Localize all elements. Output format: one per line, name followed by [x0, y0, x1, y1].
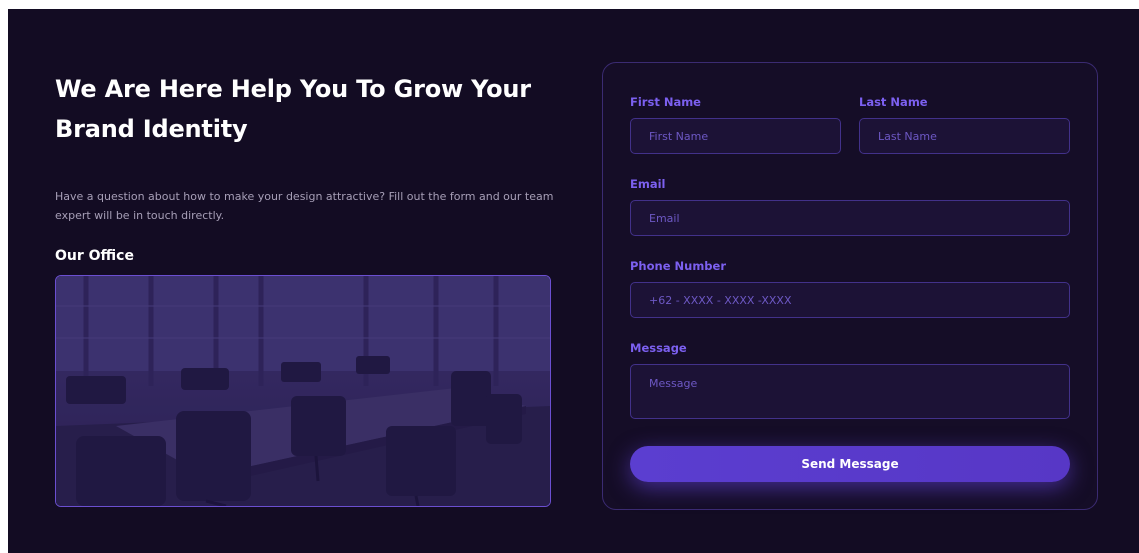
first-name-input[interactable]: First Name [630, 118, 841, 154]
email-label: Email [630, 177, 666, 191]
page-title: We Are Here Help You To Grow Your Brand … [55, 75, 531, 143]
contact-form: First Name First Name Last Name Last Nam… [602, 62, 1098, 510]
first-name-label: First Name [630, 95, 701, 109]
intro-column: We Are Here Help You To Grow Your Brand … [55, 69, 555, 264]
last-name-label: Last Name [859, 95, 928, 109]
office-photo-illustration [56, 276, 550, 506]
intro-description: Have a question about how to make your d… [55, 190, 554, 222]
send-message-button[interactable]: Send Message [630, 446, 1070, 482]
phone-label: Phone Number [630, 259, 727, 273]
message-textarea[interactable]: Message [630, 364, 1070, 419]
email-input[interactable]: Email [630, 200, 1070, 236]
message-label: Message [630, 341, 687, 355]
phone-input[interactable]: +62 - XXXX - XXXX -XXXX [630, 282, 1070, 318]
office-photo [55, 275, 551, 507]
office-heading: Our Office [55, 248, 134, 264]
contact-section: We Are Here Help You To Grow Your Brand … [8, 9, 1139, 553]
last-name-input[interactable]: Last Name [859, 118, 1070, 154]
